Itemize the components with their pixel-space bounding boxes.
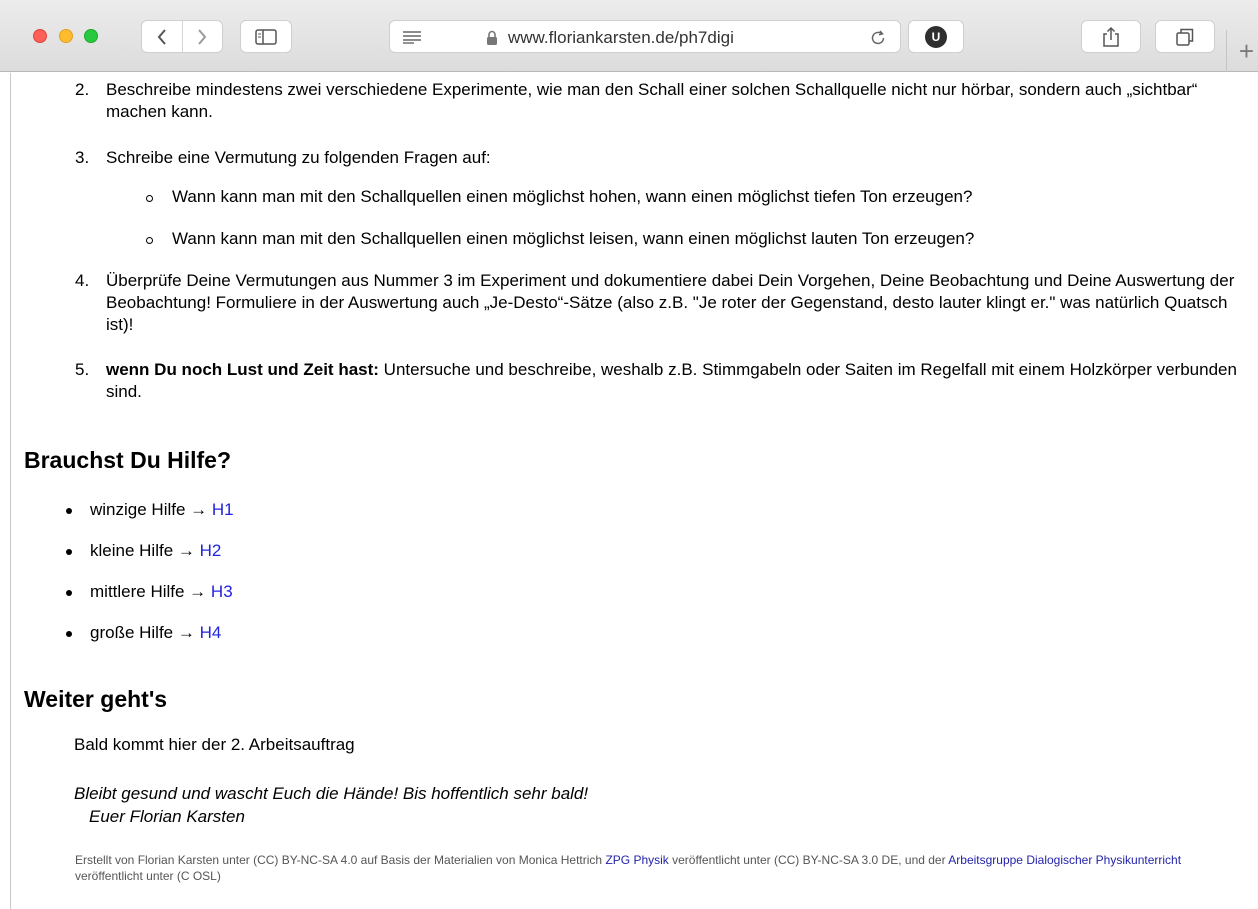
tabs-icon	[1176, 28, 1194, 46]
zoom-window-button[interactable]	[84, 29, 98, 43]
bullet-icon	[66, 631, 72, 637]
question-text: Wann kann man mit den Schallquellen eine…	[172, 229, 975, 248]
address-bar[interactable]: www.floriankarsten.de/ph7digi	[389, 20, 901, 53]
help-heading: Brauchst Du Hilfe?	[24, 447, 232, 473]
bullet-icon	[66, 549, 72, 555]
page-edge	[10, 73, 11, 909]
navigation-buttons	[141, 20, 223, 53]
footer-text: Erstellt von Florian Karsten unter (CC) …	[75, 853, 606, 867]
page-content: 2. Beschreibe mindestens zwei verschiede…	[0, 73, 1258, 909]
sidebar-icon	[255, 28, 277, 45]
url-text: www.floriankarsten.de/ph7digi	[508, 28, 734, 47]
zpg-physik-link[interactable]: ZPG Physik	[605, 853, 668, 867]
footer-text: veröffentlicht unter (CC) BY-NC-SA 3.0 D…	[668, 853, 949, 867]
sidebar-toggle-button[interactable]	[240, 20, 292, 53]
bullet-icon	[66, 590, 72, 596]
task-text: wenn Du noch Lust und Zeit hast: Untersu…	[106, 359, 1256, 403]
help-link-h3[interactable]: H3	[211, 582, 233, 601]
signature-line: Euer Florian Karsten	[89, 807, 245, 826]
task-text: Überprüfe Deine Vermutungen aus Nummer 3…	[106, 271, 1235, 334]
close-window-button[interactable]	[33, 29, 47, 43]
question-text: Wann kann man mit den Schallquellen eine…	[172, 187, 973, 206]
back-button[interactable]	[142, 21, 182, 52]
task-number: 5.	[75, 360, 90, 379]
bullet-icon	[66, 508, 72, 514]
browser-toolbar: www.floriankarsten.de/ph7digi U +	[0, 0, 1258, 72]
next-heading: Weiter geht's	[24, 686, 168, 712]
help-link-h2[interactable]: H2	[200, 541, 222, 560]
task-number: 3.	[75, 148, 90, 167]
license-footer: Erstellt von Florian Karsten unter (CC) …	[75, 852, 1235, 884]
help-label: winzige Hilfe →	[90, 500, 212, 519]
task-text: Beschreibe mindestens zwei verschiedene …	[106, 80, 1198, 121]
task-emphasis: wenn Du noch Lust und Zeit hast:	[106, 360, 379, 379]
circle-bullet-icon	[146, 195, 153, 202]
help-label: kleine Hilfe →	[90, 541, 200, 560]
forward-button[interactable]	[181, 21, 223, 52]
help-label: große Hilfe →	[90, 623, 200, 642]
footer-text: veröffentlicht unter (C OSL)	[75, 869, 221, 883]
reader-icon[interactable]	[402, 30, 422, 44]
task-text: Schreibe eine Vermutung zu folgenden Fra…	[106, 148, 491, 167]
minimize-window-button[interactable]	[59, 29, 73, 43]
task-number: 2.	[75, 80, 90, 99]
share-button[interactable]	[1081, 20, 1141, 53]
chevron-left-icon	[157, 28, 166, 45]
circle-bullet-icon	[146, 237, 153, 244]
new-tab-button[interactable]: +	[1226, 30, 1258, 72]
next-assignment-text: Bald kommt hier der 2. Arbeitsauftrag	[74, 735, 355, 754]
chevron-right-icon	[198, 28, 207, 45]
tab-overview-button[interactable]	[1155, 20, 1215, 53]
reload-icon[interactable]	[868, 28, 888, 48]
extension-button[interactable]: U	[908, 20, 964, 53]
help-label: mittlere Hilfe →	[90, 582, 211, 601]
share-icon	[1103, 26, 1119, 47]
help-link-h4[interactable]: H4	[200, 623, 222, 642]
lock-icon	[487, 30, 497, 45]
help-link-h1[interactable]: H1	[212, 500, 234, 519]
greeting-line: Bleibt gesund und wascht Euch die Hände!…	[74, 784, 589, 803]
url-fade	[756, 24, 826, 50]
arbeitsgruppe-link[interactable]: Arbeitsgruppe Dialogischer Physikunterri…	[948, 853, 1181, 867]
extension-badge: U	[925, 25, 947, 48]
task-number: 4.	[75, 271, 90, 290]
